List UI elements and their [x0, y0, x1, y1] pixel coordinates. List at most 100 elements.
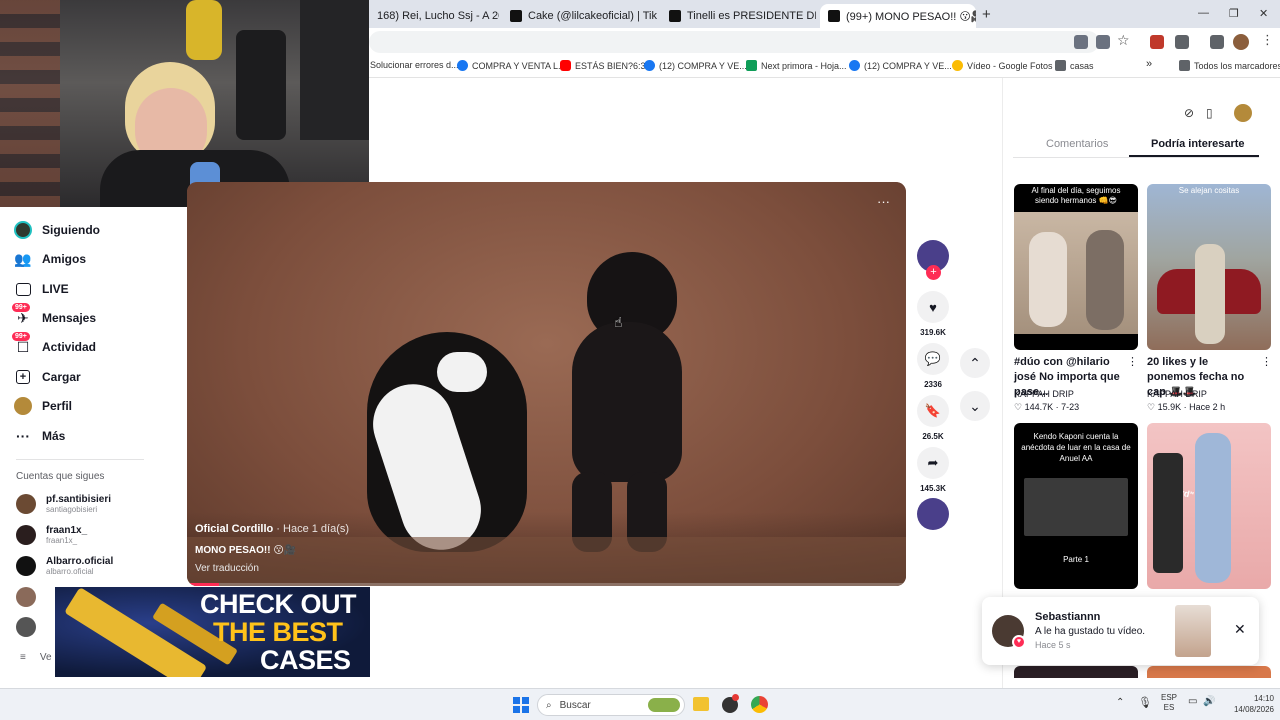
- notification-time: Hace 5 s: [1035, 640, 1071, 650]
- video-card[interactable]: [1147, 666, 1271, 678]
- address-input[interactable]: [369, 31, 1099, 53]
- extensions-puzzle-icon[interactable]: [1175, 35, 1189, 49]
- previous-video-button[interactable]: ⌃: [960, 348, 990, 378]
- browser-tab[interactable]: Tinelli es PRESIDENTE DE LA AF✕: [661, 4, 816, 28]
- like-notification[interactable]: ♥ Sebastiannn A le ha gustado tu vídeo. …: [982, 597, 1259, 665]
- close-notification-button[interactable]: ✕: [1234, 621, 1246, 638]
- upload-icon: +: [14, 368, 32, 386]
- save-button[interactable]: 🔖 26.5K: [917, 395, 949, 441]
- video-more-button[interactable]: ···: [877, 194, 890, 209]
- bookmark-item[interactable]: (12) COMPRA Y VE...: [644, 60, 747, 71]
- colobus-face: [437, 352, 487, 392]
- sidebar-item-live[interactable]: LIVE: [14, 280, 69, 298]
- bookmark-item[interactable]: COMPRA Y VENTA L...: [457, 60, 566, 71]
- share-button[interactable]: ➦ 145.3K: [917, 447, 949, 493]
- bookmarks-more-button[interactable]: »: [1146, 58, 1152, 70]
- music-avatar-button[interactable]: [917, 498, 949, 530]
- bookmark-item[interactable]: ESTÁS BIEN?6:33: [560, 60, 651, 71]
- tab-suggested[interactable]: Podría interesarte: [1151, 138, 1245, 150]
- video-card[interactable]: Se alejan cositas: [1147, 184, 1271, 350]
- following-account[interactable]: pf.santibisieri santiagobisieri: [16, 494, 111, 514]
- bookmark-item[interactable]: (12) COMPRA Y VE...: [849, 60, 952, 71]
- close-window-button[interactable]: ✕: [1259, 7, 1268, 20]
- chevron-up-icon: ⌃: [969, 354, 981, 371]
- active-tab-indicator: [1129, 155, 1259, 157]
- avatar: [16, 525, 36, 545]
- bookmark-item[interactable]: casas: [1055, 60, 1094, 71]
- sidebar-divider: [16, 459, 144, 460]
- browser-tab[interactable]: 168) Rei, Lucho Ssj - A 200 (Vi✕: [369, 4, 499, 28]
- video-progress-bar[interactable]: [187, 583, 906, 586]
- compass-icon[interactable]: ⊘: [1184, 106, 1194, 120]
- card-more-icon[interactable]: ⋮: [1261, 355, 1272, 368]
- maximize-button[interactable]: ❐: [1229, 7, 1239, 20]
- language-indicator[interactable]: ESP ES: [1161, 693, 1177, 713]
- bookmark-item[interactable]: Solucionar errores d...: [370, 60, 459, 70]
- taskbar-clock[interactable]: 14:10 14/08/2026: [1220, 693, 1274, 715]
- card-more-icon[interactable]: ⋮: [1127, 355, 1138, 368]
- webcam-figure: [186, 0, 222, 60]
- ad-text-line3: CASES: [260, 645, 351, 675]
- volume-icon[interactable]: 🔊: [1203, 696, 1215, 707]
- bookmark-star-icon[interactable]: ☆: [1117, 32, 1130, 49]
- comment-button[interactable]: 💬 2336: [917, 343, 949, 389]
- tab-comments[interactable]: Comentarios: [1046, 138, 1108, 150]
- facebook-icon: [644, 60, 655, 71]
- follow-plus-icon[interactable]: +: [926, 265, 941, 280]
- next-video-button[interactable]: ⌄: [960, 391, 990, 421]
- avatar[interactable]: [1234, 104, 1252, 122]
- video-card[interactable]: [1014, 666, 1138, 678]
- mobile-icon[interactable]: ▯: [1206, 106, 1213, 120]
- network-icon[interactable]: ▭: [1188, 696, 1197, 707]
- all-bookmarks-button[interactable]: Todos los marcadores: [1179, 60, 1280, 71]
- video-card[interactable]: "Nerd": [1147, 423, 1271, 589]
- translate-link[interactable]: Ver traducción: [195, 563, 259, 574]
- sidebar-item-activity[interactable]: ☐ 99+ Actividad: [12, 332, 96, 356]
- browser-menu-icon[interactable]: ⋮: [1261, 32, 1274, 48]
- minimize-button[interactable]: —: [1198, 7, 1209, 19]
- install-icon[interactable]: [1096, 35, 1110, 49]
- ad-text-line1: CHECK OUT: [200, 589, 357, 619]
- bookmark-item[interactable]: Vídeo - Google Fotos: [952, 60, 1053, 71]
- extension-icon[interactable]: [1150, 35, 1164, 49]
- file-explorer-icon[interactable]: [693, 697, 709, 711]
- microphone-icon[interactable]: 🎙: [1138, 696, 1152, 709]
- video-card-author[interactable]: KAPPAH DRIP: [1014, 389, 1074, 399]
- video-player[interactable]: ··· Oficial Cordillo · Hace 1 día(s) MON…: [187, 182, 906, 586]
- video-card[interactable]: Al final del día, seguimos siendo herman…: [1014, 184, 1138, 350]
- heart-badge-icon: ♥: [1012, 635, 1026, 649]
- bookmark-item[interactable]: Next primora - Hoja...: [746, 60, 847, 71]
- activity-badge: 99+: [12, 332, 30, 341]
- video-card-author[interactable]: KAPPAH DRIP: [1147, 389, 1207, 399]
- sidebar-item-following[interactable]: Siguiendo: [14, 221, 100, 239]
- windows-taskbar: ⌕ Buscar ⌃ 🎙 ESP ES ▭ 🔊 14:10 14/08/2026: [0, 688, 1280, 720]
- following-account[interactable]: Albarro.oficial albarro.oficial: [16, 556, 113, 576]
- like-button[interactable]: ♥ 319.6K: [917, 291, 949, 337]
- see-more-link[interactable]: ≡ Ve: [20, 652, 52, 663]
- browser-tab[interactable]: Cake (@lilcakeoficial) | TikTok✕: [502, 4, 657, 28]
- video-thumbnail[interactable]: [1175, 605, 1211, 657]
- chrome-icon[interactable]: [751, 696, 768, 713]
- new-tab-button[interactable]: +: [982, 6, 991, 23]
- following-account[interactable]: fraan1x_ fraan1x_: [16, 525, 87, 545]
- browser-tab-active[interactable]: (99+) MONO PESAO!! 😗🎥 🔊✕: [820, 4, 976, 28]
- media-icon[interactable]: [1210, 35, 1224, 49]
- windows-start-icon[interactable]: [513, 697, 529, 713]
- activity-icon: ☐ 99+: [12, 332, 32, 356]
- sidebar-item-friends[interactable]: 👥 Amigos: [14, 250, 86, 268]
- widget-icon[interactable]: [648, 698, 680, 712]
- sidebar-item-profile[interactable]: Perfil: [14, 397, 72, 415]
- avatar: [16, 556, 36, 576]
- sidebar-item-upload[interactable]: + Cargar: [14, 368, 81, 386]
- video-card-stats: ♡ 144.7K · 7-23: [1014, 402, 1080, 412]
- video-author[interactable]: Oficial Cordillo · Hace 1 día(s): [195, 523, 349, 535]
- creator-avatar-button[interactable]: +: [917, 240, 949, 280]
- notification-text: A le ha gustado tu vídeo.: [1035, 626, 1146, 637]
- sidebar-item-more[interactable]: ··· Más: [14, 427, 65, 445]
- tabs-divider: [1013, 157, 1259, 158]
- translate-icon[interactable]: [1074, 35, 1088, 49]
- video-card[interactable]: Kendo Kaponi cuenta la anécdota de luar …: [1014, 423, 1138, 589]
- profile-avatar[interactable]: [1233, 34, 1249, 50]
- tray-expand-icon[interactable]: ⌃: [1116, 697, 1124, 708]
- sidebar-item-messages[interactable]: ✈ 99+ Mensajes: [12, 303, 96, 327]
